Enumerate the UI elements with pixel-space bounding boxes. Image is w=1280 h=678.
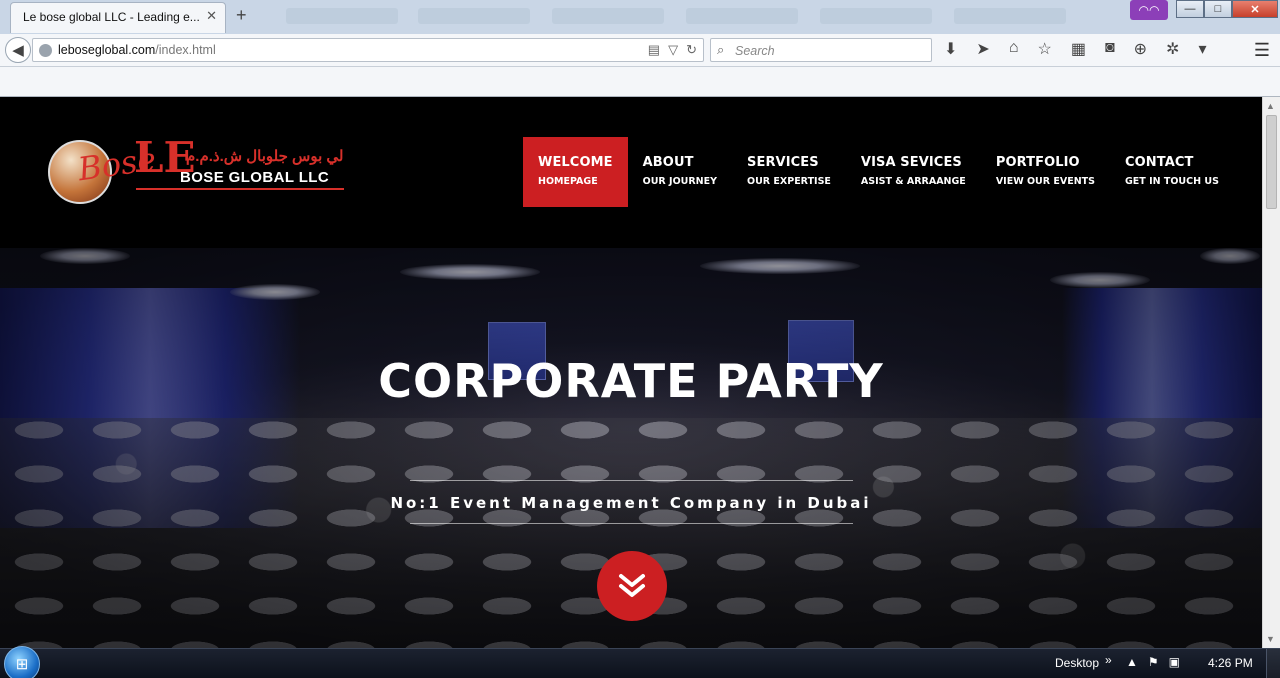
globe-icon bbox=[39, 44, 52, 57]
menu-item-subtitle: VIEW OUR EVENTS bbox=[995, 176, 1095, 187]
web-page: Bose LE لي بوس جلوبال ش.ذ.م.م BOSE GLOBA… bbox=[0, 97, 1262, 648]
window-controls: ◠◠ — □ ✕ bbox=[1130, 0, 1278, 20]
menu-item-title: CONTACT bbox=[1125, 155, 1194, 170]
background-tab[interactable] bbox=[820, 8, 932, 24]
menu-item-contact[interactable]: CONTACT GET IN TOUCH US bbox=[1110, 137, 1234, 207]
url-text: leboseglobal.com/index.html bbox=[58, 43, 216, 57]
extension-icon[interactable]: ✲ bbox=[1166, 39, 1179, 59]
url-domain: leboseglobal.com bbox=[58, 43, 156, 57]
hero-divider-top bbox=[410, 480, 853, 481]
menu-item-title: PORTFOLIO bbox=[995, 155, 1080, 170]
bookmarks-list-icon[interactable]: ▦ bbox=[1071, 39, 1086, 59]
url-path: /index.html bbox=[155, 43, 216, 57]
hero-title: CORPORATE PARTY bbox=[378, 354, 884, 408]
menu-item-about[interactable]: ABOUT OUR JOURNEY bbox=[628, 137, 732, 207]
hero-section: CORPORATE PARTY No:1 Event Management Co… bbox=[0, 248, 1262, 648]
action-center-flag-icon[interactable]: ⚑ bbox=[1148, 655, 1159, 669]
scroll-down-button[interactable] bbox=[597, 551, 667, 621]
reader-view-icon[interactable]: ▤ bbox=[648, 42, 660, 58]
search-icon: ⌕ bbox=[717, 42, 725, 57]
logo-arabic-name: لي بوس جلوبال ش.ذ.م.م bbox=[186, 148, 344, 165]
double-chevron-down-icon bbox=[619, 574, 645, 597]
menu-item-subtitle: GET IN TOUCH US bbox=[1125, 176, 1219, 187]
clock[interactable]: 4:26 PM bbox=[1208, 656, 1253, 670]
reload-icon[interactable]: ↻ bbox=[686, 42, 697, 58]
arrow-left-icon: ◀ bbox=[12, 42, 24, 59]
overflow-dropdown-icon[interactable]: ▾ bbox=[1198, 39, 1206, 59]
hero-divider-bottom bbox=[410, 523, 853, 524]
menu-item-services[interactable]: SERVICES OUR EXPERTISE bbox=[732, 137, 846, 207]
menu-item-subtitle: HOMEPAGE bbox=[538, 176, 598, 187]
scrollbar-thumb[interactable] bbox=[1266, 115, 1277, 209]
dropdown-icon[interactable]: ▽ bbox=[668, 42, 678, 58]
tab-close-icon[interactable]: ✕ bbox=[206, 8, 217, 24]
show-desktop-button[interactable] bbox=[1266, 649, 1280, 678]
menu-item-subtitle: ASIST & ARRAANGE bbox=[860, 176, 966, 187]
hamburger-menu-icon[interactable]: ☰ bbox=[1254, 40, 1270, 61]
menu-item-visa-services[interactable]: VISA SEVICES ASIST & ARRAANGE bbox=[846, 137, 981, 207]
background-tab[interactable] bbox=[686, 8, 798, 24]
menu-item-title: VISA SEVICES bbox=[860, 155, 962, 170]
main-menu: WELCOME HOMEPAGE ABOUT OUR JOURNEY SERVI… bbox=[523, 137, 1234, 207]
scroll-up-icon[interactable]: ▲ bbox=[1266, 101, 1275, 111]
tab-title: Le bose global LLC - Leading e... bbox=[23, 10, 200, 24]
browser-tab-active[interactable]: Le bose global LLC - Leading e... ✕ bbox=[10, 2, 226, 33]
taskbar: ⊞ Desktop » ▲ ⚑ ▣ 4:26 PM bbox=[0, 646, 1280, 678]
start-button[interactable]: ⊞ bbox=[4, 646, 40, 678]
world-icon[interactable]: ⊕ bbox=[1134, 39, 1147, 59]
bookmark-star-icon[interactable]: ☆ bbox=[1037, 39, 1051, 59]
address-bar[interactable]: leboseglobal.com/index.html ▤ ▽ ↻ bbox=[32, 38, 704, 62]
minimize-button[interactable]: — bbox=[1176, 0, 1204, 18]
site-logo[interactable]: Bose LE لي بوس جلوبال ش.ذ.م.م BOSE GLOBA… bbox=[48, 133, 348, 207]
vertical-scrollbar[interactable]: ▲ ▼ bbox=[1262, 97, 1280, 648]
system-tray: ▲ ⚑ ▣ bbox=[1126, 655, 1180, 669]
background-tab[interactable] bbox=[286, 8, 398, 24]
search-bar[interactable]: ⌕ Search bbox=[710, 38, 932, 62]
desktop-toolbar-chevron[interactable]: » bbox=[1105, 653, 1112, 667]
toolbar-spacer bbox=[0, 67, 1280, 97]
logo-english-name: BOSE GLOBAL LLC bbox=[180, 169, 330, 186]
home-icon[interactable]: ⌂ bbox=[1009, 39, 1019, 59]
new-tab-button[interactable]: + bbox=[236, 5, 247, 26]
menu-item-welcome[interactable]: WELCOME HOMEPAGE bbox=[523, 137, 628, 207]
menu-item-title: WELCOME bbox=[538, 155, 613, 170]
background-tab[interactable] bbox=[552, 8, 664, 24]
logo-underline bbox=[136, 188, 344, 190]
hero-subtitle: No:1 Event Management Company in Dubai bbox=[390, 494, 872, 512]
menu-item-subtitle: OUR JOURNEY bbox=[642, 176, 717, 187]
network-icon[interactable]: ▣ bbox=[1169, 655, 1180, 669]
site-header: Bose LE لي بوس جلوبال ش.ذ.م.م BOSE GLOBA… bbox=[0, 97, 1262, 248]
maximize-button[interactable]: □ bbox=[1204, 0, 1232, 18]
send-icon[interactable]: ➤ bbox=[976, 39, 989, 59]
menu-item-subtitle: OUR EXPERTISE bbox=[747, 176, 831, 187]
toolbar-icons: ⬇ ➤ ⌂ ☆ ▦ ◙ ⊕ ✲ ▾ bbox=[944, 39, 1206, 59]
background-tab[interactable] bbox=[418, 8, 530, 24]
url-actions: ▤ ▽ ↻ bbox=[648, 42, 697, 58]
back-button[interactable]: ◀ bbox=[5, 37, 31, 63]
show-hidden-icons-icon[interactable]: ▲ bbox=[1126, 655, 1138, 669]
navigation-toolbar: ◀ leboseglobal.com/index.html ▤ ▽ ↻ ⌕ Se… bbox=[0, 34, 1280, 67]
close-window-button[interactable]: ✕ bbox=[1232, 0, 1278, 18]
desktop-toolbar-label[interactable]: Desktop bbox=[1055, 656, 1099, 670]
scroll-down-icon[interactable]: ▼ bbox=[1266, 634, 1275, 644]
menu-item-title: ABOUT bbox=[642, 155, 694, 170]
download-icon[interactable]: ⬇ bbox=[944, 39, 957, 59]
background-tab[interactable] bbox=[954, 8, 1066, 24]
windows-logo-icon: ⊞ bbox=[15, 656, 29, 673]
menu-item-title: SERVICES bbox=[747, 155, 819, 170]
pocket-icon[interactable]: ◙ bbox=[1105, 39, 1115, 59]
private-browsing-icon: ◠◠ bbox=[1130, 0, 1168, 20]
menu-item-portfolio[interactable]: PORTFOLIO VIEW OUR EVENTS bbox=[981, 137, 1110, 207]
search-placeholder: Search bbox=[735, 44, 775, 58]
tab-strip: Le bose global LLC - Leading e... ✕ + ◠◠… bbox=[0, 0, 1280, 34]
